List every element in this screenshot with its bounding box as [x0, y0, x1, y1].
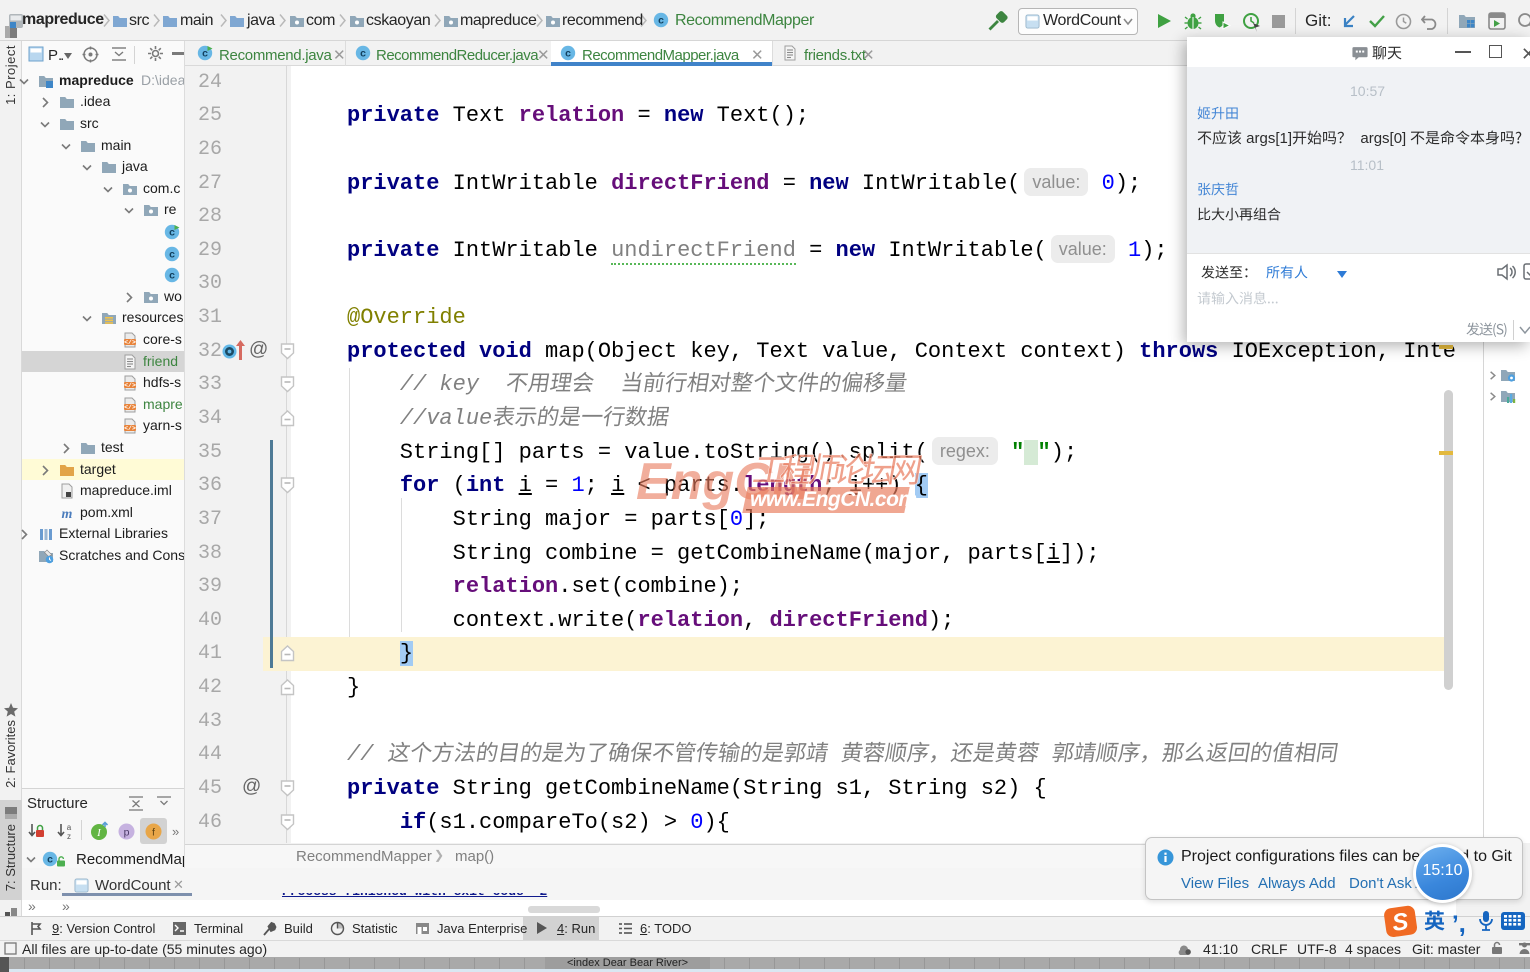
svg-text:c: c: [169, 227, 175, 239]
svg-text:z: z: [67, 832, 71, 840]
svg-text:</>: </>: [124, 404, 136, 411]
svg-text:a: a: [67, 823, 72, 832]
svg-text:c: c: [47, 854, 53, 866]
svg-text:c: c: [658, 15, 664, 27]
svg-text:c: c: [360, 48, 366, 60]
svg-text:c: c: [202, 48, 208, 60]
svg-text:f: f: [152, 827, 155, 839]
svg-text:</>: </>: [124, 339, 136, 346]
svg-text:m: m: [62, 507, 73, 521]
svg-text:c: c: [565, 48, 571, 60]
svg-text:</>: </>: [124, 425, 136, 432]
svg-text:</>: </>: [124, 382, 136, 389]
svg-text:p: p: [124, 827, 130, 839]
svg-text:c: c: [169, 248, 175, 260]
svg-text:c: c: [169, 270, 175, 282]
